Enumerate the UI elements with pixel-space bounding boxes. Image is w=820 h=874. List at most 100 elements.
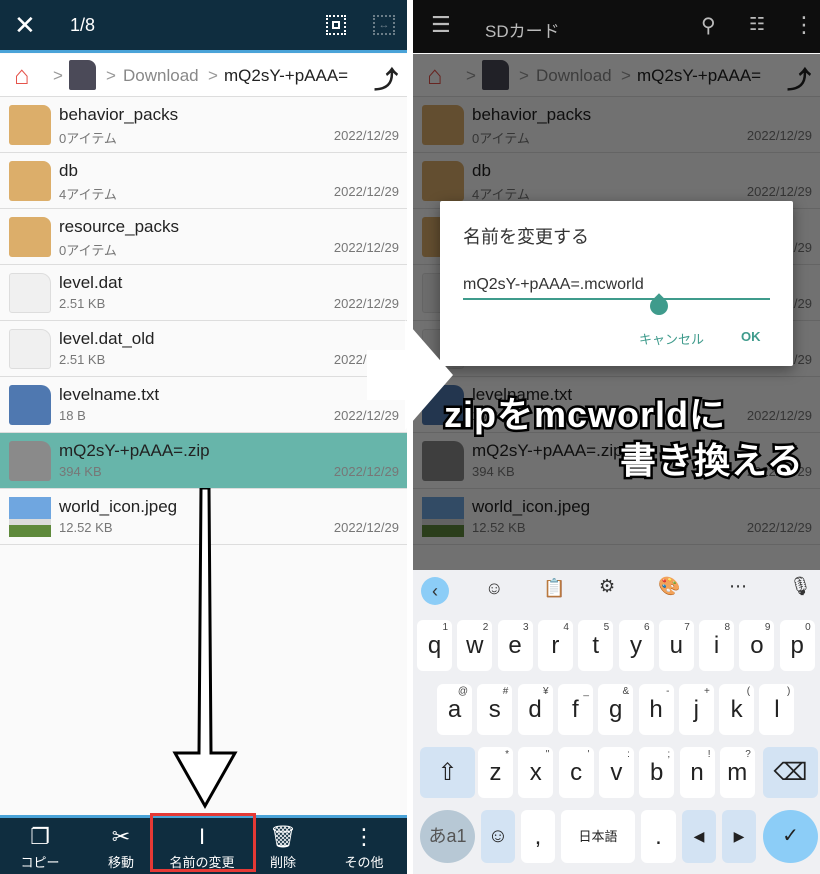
key-y[interactable]: y6 [618,620,654,671]
key-a[interactable]: a @ [437,684,472,735]
file-row[interactable]: resource_packs 0アイテム 2022/12/29 [0,209,407,265]
key-n[interactable]: n! [679,747,715,798]
file-row[interactable]: db 4アイテム 2022/12/29 [0,153,407,209]
key-hint: 4 [563,622,569,633]
selection-count: 1/8 [70,15,96,35]
space-key[interactable]: 日本語 [561,810,635,863]
ok-button[interactable]: OK [741,329,761,344]
select-all-icon[interactable] [326,15,346,35]
period-key[interactable]: . [641,810,676,863]
file-row[interactable]: behavior_packs 0アイテム 2022/12/29 [0,97,407,153]
filename-input[interactable]: mQ2sY-+pAAA=.mcworld [463,276,770,300]
key-v[interactable]: v: [598,747,634,798]
file-row[interactable]: levelname.txt18 B2022/12/29 [0,377,407,433]
action-label: 削除 [269,855,296,870]
collapse-icon[interactable]: ‹ [421,577,449,605]
mode-switch-key[interactable]: あa1 [420,810,475,863]
palette-icon[interactable]: 🎨 [658,576,680,597]
filter-icon[interactable]: ☷ [749,14,765,35]
key-p[interactable]: p0 [779,620,815,671]
cancel-button[interactable]: キャンセル [639,329,704,348]
comma-key[interactable]: , [521,810,555,863]
menu-icon[interactable]: ☰ [431,12,451,38]
key-i[interactable]: i8 [699,620,735,671]
cursor-left-key[interactable]: ◀ [682,810,716,863]
sticker-icon[interactable]: ☺ [485,578,503,599]
action-trash[interactable]: 🗑 削除 [248,822,318,871]
emoji-key[interactable]: ☺ [481,810,515,863]
select-range-icon[interactable]: ↔ [373,15,395,35]
file-name: resource_packs [59,217,180,236]
key-c[interactable]: c ' [558,747,594,798]
key-label: w [466,632,484,659]
key-s[interactable]: s # [477,684,513,735]
caption-line-1: zipをmcworldに [441,392,727,438]
key-x[interactable]: x " [518,747,554,798]
key-u[interactable]: u7 [658,620,694,671]
more-horiz-icon[interactable]: ⋯ [729,576,747,597]
close-icon[interactable]: ✕ [14,10,36,41]
key-b[interactable]: b; [639,747,675,798]
chevron-icon: > [208,66,218,85]
key-label: e [508,632,522,659]
action-more-vert[interactable]: ⋮ その他 [329,822,399,871]
sd-card-icon[interactable] [69,60,96,90]
cursor-right-key[interactable]: ▶ [722,810,756,863]
key-label: l [774,696,780,723]
key-g[interactable]: g & [598,684,634,735]
home-icon[interactable]: ⌂ [14,60,30,91]
file-date: 2022/12/29 [333,520,399,535]
file-name: world_icon.jpeg [59,497,178,516]
action-copy[interactable]: ❐ コピー [5,822,75,871]
key-hint: & [622,686,630,697]
right-arrow-annotation [367,320,453,430]
more-vert-icon[interactable]: ⋮ [793,12,815,38]
key-f[interactable]: f _ [557,684,593,735]
key-m[interactable]: m? [719,747,755,798]
down-arrow-annotation [172,488,238,810]
key-label: a [447,696,462,723]
caption-line-2: 書き換える [618,438,806,484]
file-row[interactable]: level.dat_old2.51 KB2022/12/29 [0,321,407,377]
key-hint: 7 [684,622,690,633]
settings-icon[interactable]: ⚙ [599,576,615,597]
folder-icon [9,105,51,145]
key-label: p [790,632,804,659]
key-t[interactable]: t5 [578,620,614,671]
search-icon[interactable]: ⚲ [701,13,716,38]
enter-key[interactable]: ✓ [763,810,818,863]
breadcrumb-download[interactable]: Download [123,66,199,86]
key-label: f [572,696,579,723]
scissors-icon: ✂ [111,824,131,849]
key-hint: ¥ [543,686,549,697]
key-l[interactable]: l) [759,684,795,735]
key-hint: @ [457,686,468,697]
key-d[interactable]: d ¥ [517,684,553,735]
up-folder-icon[interactable]: ⤴ [374,60,398,95]
action-scissors[interactable]: ✂ 移動 [86,822,156,871]
key-h[interactable]: h- [638,684,674,735]
key-o[interactable]: o9 [739,620,775,671]
key-label: q [427,632,442,659]
key-label: t [592,632,600,659]
key-label: r [551,632,560,659]
file-name: level.dat [59,273,123,292]
key-z[interactable]: z * [478,747,513,798]
shift-key[interactable]: ⇧ [420,747,475,798]
file-meta: 2.51 KB [59,352,106,367]
key-r[interactable]: r4 [537,620,573,671]
backspace-key[interactable]: ⌫ [763,747,818,798]
mic-icon[interactable]: 🎙 [789,576,812,597]
key-k[interactable]: k( [719,684,755,735]
key-e[interactable]: e3 [497,620,533,671]
file-row[interactable]: mQ2sY-+pAAA=.zip 394 KB 2022/12/29 [0,433,407,489]
file-row[interactable]: level.dat 2.51 KB 2022/12/29 [0,265,407,321]
key-hint: - [666,686,670,697]
breadcrumb-current[interactable]: mQ2sY-+pAAA= [224,66,348,86]
key-q[interactable]: q1 [417,620,452,671]
key-j[interactable]: j + [678,684,714,735]
key-w[interactable]: w2 [457,620,493,671]
key-hint: * [505,749,509,760]
clipboard-icon[interactable]: 📋 [543,578,565,599]
chevron-icon: > [53,66,63,85]
